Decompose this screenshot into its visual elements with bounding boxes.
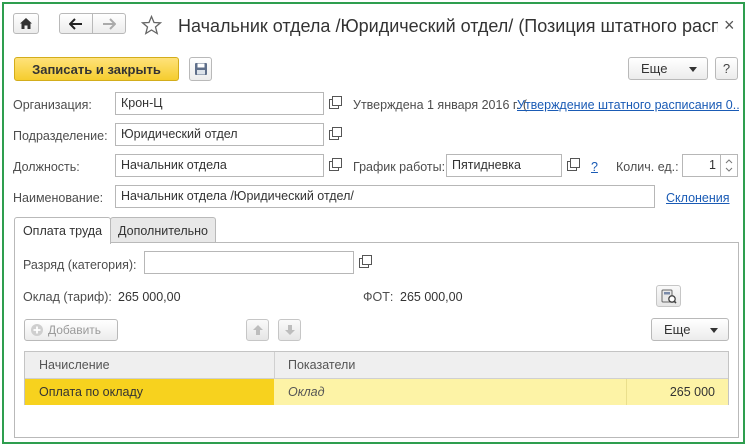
department-label: Подразделение: <box>13 129 108 143</box>
grade-field[interactable] <box>144 251 354 274</box>
stepper-arrows-icon <box>725 159 733 172</box>
window-title: Начальник отдела /Юридический отдел/ (По… <box>178 16 718 36</box>
organization-label: Организация: <box>13 98 92 112</box>
column-header-accrual[interactable]: Начисление <box>39 352 269 378</box>
department-open-button[interactable] <box>324 123 343 146</box>
add-row-label: Добавить <box>48 323 102 337</box>
accruals-table: Начисление Показатели Оплата по окладу О… <box>24 351 729 405</box>
table-header: Начисление Показатели <box>25 352 728 379</box>
table-row[interactable]: Оплата по окладу Оклад 265 000 <box>25 379 728 405</box>
save-icon <box>194 63 207 75</box>
name-field[interactable]: Начальник отдела /Юридический отдел/ <box>115 185 655 208</box>
grade-label: Разряд (категория): <box>23 258 137 272</box>
qty-field[interactable]: 1 <box>682 154 721 177</box>
chevron-down-icon <box>689 67 697 72</box>
accrual-cell[interactable]: Оплата по окладу <box>39 379 269 405</box>
move-down-icon <box>284 325 295 335</box>
close-icon[interactable]: × <box>724 15 735 35</box>
forward-arrow-icon <box>103 17 116 30</box>
fot-value: 265 000,00 <box>400 290 463 304</box>
move-up-button[interactable] <box>246 319 269 341</box>
open-icon <box>328 157 342 171</box>
department-field[interactable]: Юридический отдел <box>115 123 324 146</box>
qty-stepper[interactable] <box>720 154 738 177</box>
column-header-indicators[interactable]: Показатели <box>288 352 488 378</box>
document-window: Начальник отдела /Юридический отдел/ (По… <box>2 2 745 444</box>
schedule-open-button[interactable] <box>562 154 581 177</box>
grade-open-button[interactable] <box>354 251 373 274</box>
position-field[interactable]: Начальник отдела <box>115 154 324 177</box>
declension-link[interactable]: Склонения <box>666 190 730 206</box>
calculator-icon <box>661 289 677 304</box>
salary-value: 265 000,00 <box>118 290 181 304</box>
open-icon <box>566 157 580 171</box>
back-arrow-icon <box>69 17 82 30</box>
table-more-button[interactable]: Еще <box>651 318 729 341</box>
star-icon <box>140 14 163 35</box>
organization-field[interactable]: Крон-Ц <box>115 92 324 115</box>
more-menu-button[interactable]: Еще <box>628 57 708 80</box>
staffing-approval-link[interactable]: Утверждение штатного расписания 0... <box>517 97 739 113</box>
home-button[interactable] <box>13 13 39 34</box>
open-icon <box>328 95 342 109</box>
table-more-label: Еще <box>664 322 691 337</box>
indicator-cell[interactable]: Оклад <box>288 379 488 405</box>
schedule-help-link[interactable]: ? <box>591 159 598 175</box>
save-button[interactable] <box>189 57 212 81</box>
add-row-button[interactable]: Добавить <box>24 319 118 341</box>
help-button[interactable]: ? <box>715 57 738 80</box>
fot-label: ФОТ: <box>363 290 394 304</box>
forward-button[interactable] <box>92 13 126 34</box>
chevron-down-icon <box>710 328 718 333</box>
tab-additional[interactable]: Дополнительно <box>110 217 216 243</box>
add-icon <box>31 324 43 336</box>
position-label: Должность: <box>13 160 80 174</box>
position-open-button[interactable] <box>324 154 343 177</box>
move-up-icon <box>252 325 263 335</box>
name-label: Наименование: <box>13 191 104 205</box>
home-icon <box>20 18 32 29</box>
schedule-label: График работы: <box>353 160 446 174</box>
organization-open-button[interactable] <box>324 92 343 115</box>
favorite-star-button[interactable] <box>140 14 163 38</box>
open-icon <box>328 126 342 140</box>
column-divider <box>274 352 275 379</box>
save-and-close-button[interactable]: Записать и закрыть <box>14 57 179 81</box>
open-icon <box>358 254 372 268</box>
tab-payment[interactable]: Оплата труда <box>14 217 111 244</box>
calculate-fot-button[interactable] <box>656 285 681 307</box>
salary-label: Оклад (тариф): <box>23 290 112 304</box>
back-button[interactable] <box>59 13 93 34</box>
more-label: Еще <box>641 61 668 76</box>
qty-label: Колич. ед.: <box>616 160 679 174</box>
amount-cell[interactable]: 265 000 <box>627 379 715 405</box>
schedule-field[interactable]: Пятидневка <box>446 154 562 177</box>
move-down-button[interactable] <box>278 319 301 341</box>
approved-text: Утверждена 1 января 2016 г. ( <box>353 98 528 112</box>
